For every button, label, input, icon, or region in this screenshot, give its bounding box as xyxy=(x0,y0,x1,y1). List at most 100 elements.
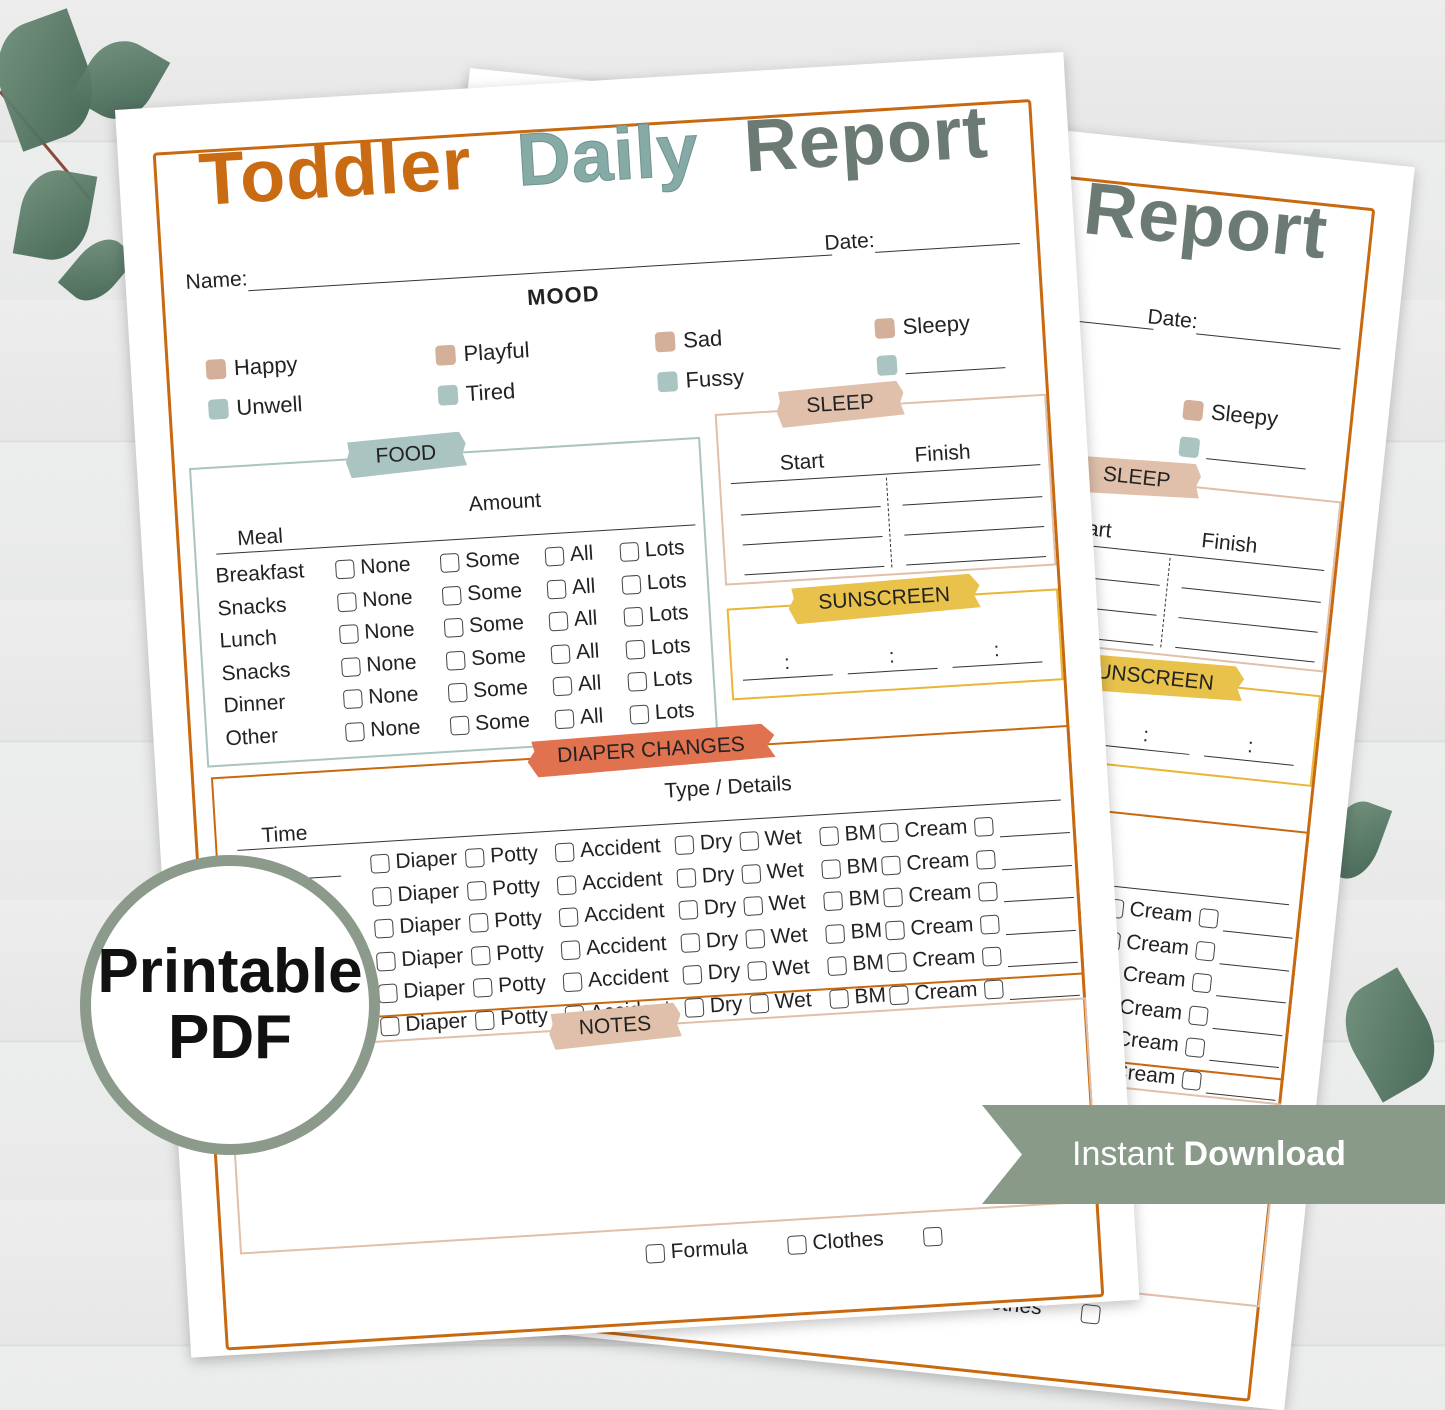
food-option[interactable]: Some xyxy=(445,644,527,673)
checkbox[interactable] xyxy=(470,945,491,966)
mood-option[interactable]: Tired xyxy=(437,378,516,409)
checkbox[interactable] xyxy=(556,875,577,896)
diaper-option[interactable]: Dry xyxy=(680,927,739,954)
checkbox[interactable] xyxy=(884,920,906,941)
sleep-time-line[interactable] xyxy=(906,555,1047,566)
other-line[interactable] xyxy=(1209,1041,1281,1069)
checkbox[interactable] xyxy=(1188,1005,1209,1026)
sleep-time-line[interactable] xyxy=(742,535,883,546)
diaper-option[interactable]: Dry xyxy=(678,895,737,922)
checkbox[interactable] xyxy=(344,721,365,742)
checkbox[interactable] xyxy=(558,907,579,928)
diaper-option[interactable]: Accident xyxy=(562,964,669,994)
checkbox[interactable] xyxy=(338,624,360,645)
diaper-other-option[interactable] xyxy=(977,874,1074,904)
food-option[interactable]: Some xyxy=(447,676,529,705)
food-option[interactable]: All xyxy=(554,704,604,731)
mood-swatch[interactable] xyxy=(1178,436,1201,459)
mood-swatch[interactable] xyxy=(874,317,896,340)
other-line[interactable] xyxy=(1212,1008,1285,1036)
diaper-option[interactable]: Dry xyxy=(676,862,735,889)
checkbox[interactable] xyxy=(879,822,900,843)
food-option[interactable]: None xyxy=(336,586,414,615)
food-option[interactable]: All xyxy=(550,639,600,666)
checkbox[interactable] xyxy=(562,972,583,993)
checkbox[interactable] xyxy=(745,928,766,949)
sunscreen-time-field[interactable]: : xyxy=(1099,719,1192,755)
diaper-option[interactable]: Potty xyxy=(466,874,541,902)
food-option[interactable]: None xyxy=(334,553,412,582)
diaper-option[interactable]: Diaper xyxy=(375,944,464,973)
checkbox[interactable] xyxy=(342,689,363,710)
diaper-option[interactable]: Accident xyxy=(558,899,665,929)
checkbox[interactable] xyxy=(787,1235,808,1256)
diaper-option[interactable]: BM xyxy=(829,983,887,1010)
checkbox[interactable] xyxy=(464,848,485,869)
checkbox[interactable] xyxy=(443,617,464,639)
diaper-option[interactable]: Wet xyxy=(749,988,812,1016)
mood-option[interactable]: Happy xyxy=(205,351,298,383)
mood-swatch[interactable] xyxy=(876,354,898,376)
diaper-option[interactable]: Diaper xyxy=(377,977,466,1006)
food-option[interactable]: None xyxy=(344,715,422,744)
checkbox[interactable] xyxy=(819,826,840,847)
diaper-option[interactable]: Cream xyxy=(884,913,974,942)
checkbox[interactable] xyxy=(823,891,844,912)
diaper-option[interactable]: Dry xyxy=(682,960,741,987)
food-option[interactable]: All xyxy=(544,542,594,569)
food-option[interactable]: All xyxy=(548,607,598,634)
food-option[interactable]: None xyxy=(338,618,416,647)
diaper-other-option[interactable] xyxy=(981,939,1078,969)
checkbox[interactable] xyxy=(676,867,697,888)
food-option[interactable]: All xyxy=(546,574,596,601)
checkbox[interactable] xyxy=(621,574,642,595)
diaper-option[interactable]: Cream xyxy=(888,978,978,1007)
checkbox[interactable] xyxy=(1198,908,1220,930)
food-option[interactable]: None xyxy=(342,683,420,712)
checkbox[interactable] xyxy=(560,939,581,961)
checkbox[interactable] xyxy=(629,704,650,725)
checkbox[interactable] xyxy=(674,835,695,856)
mood-option[interactable]: Fussy xyxy=(657,364,745,395)
diaper-option[interactable]: Accident xyxy=(560,932,667,962)
diaper-option[interactable]: BM xyxy=(825,918,883,945)
food-option[interactable]: None xyxy=(340,650,418,679)
mood-swatch[interactable] xyxy=(437,384,459,406)
checkbox[interactable] xyxy=(1184,1037,1206,1059)
checkbox[interactable] xyxy=(625,639,646,660)
food-option[interactable]: Lots xyxy=(623,601,689,629)
diaper-option[interactable]: Cream xyxy=(886,945,976,974)
checkbox[interactable] xyxy=(373,918,395,939)
diaper-other-option[interactable] xyxy=(973,809,1070,839)
diaper-option[interactable]: Potty xyxy=(464,842,539,870)
checkbox[interactable] xyxy=(474,1010,495,1031)
checkbox[interactable] xyxy=(439,553,460,574)
checkbox[interactable] xyxy=(544,546,565,567)
checkbox[interactable] xyxy=(449,715,470,736)
checkbox[interactable] xyxy=(377,983,399,1004)
mood-swatch[interactable] xyxy=(657,371,679,393)
checkbox[interactable] xyxy=(678,900,699,921)
mood-swatch[interactable] xyxy=(654,331,676,353)
sunscreen-time-field[interactable]: : xyxy=(1204,730,1297,766)
other-line[interactable] xyxy=(1006,943,1078,968)
checkbox[interactable] xyxy=(554,842,575,863)
food-option[interactable]: Some xyxy=(443,611,525,640)
checkbox[interactable] xyxy=(821,858,842,879)
diaper-other-option[interactable] xyxy=(983,972,1080,1002)
checkbox[interactable] xyxy=(973,816,994,838)
checkbox[interactable] xyxy=(682,965,703,986)
checkbox[interactable] xyxy=(627,671,648,692)
food-option[interactable]: Lots xyxy=(619,536,685,564)
checkbox[interactable] xyxy=(546,579,567,600)
diaper-option[interactable]: Wet xyxy=(743,891,806,919)
other-line[interactable] xyxy=(1000,845,1072,871)
checkbox[interactable] xyxy=(825,923,846,944)
diaper-option[interactable]: Accident xyxy=(554,834,661,864)
checkbox[interactable] xyxy=(1194,940,1216,962)
other-line[interactable] xyxy=(1008,975,1080,1000)
diaper-option[interactable]: Dry xyxy=(674,830,733,857)
checkbox[interactable] xyxy=(975,849,996,870)
checkbox[interactable] xyxy=(554,708,575,729)
diaper-option[interactable]: BM xyxy=(827,951,885,978)
